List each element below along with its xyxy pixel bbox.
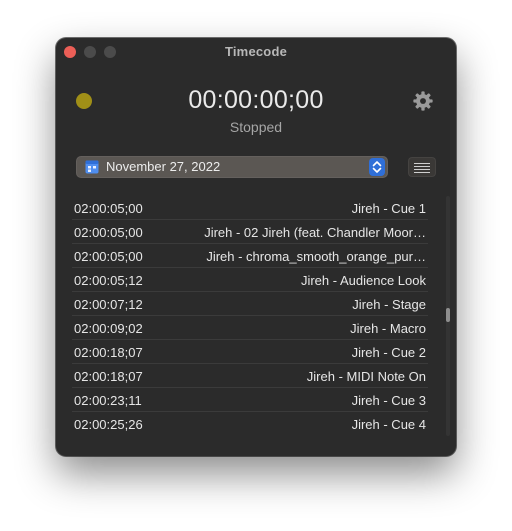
- title-bar[interactable]: Timecode: [56, 38, 456, 66]
- gear-icon[interactable]: [412, 90, 434, 112]
- cue-name: Jireh - Cue 1: [351, 201, 426, 216]
- cue-row[interactable]: 02:00:05;00 Jireh - chroma_smooth_orange…: [72, 244, 428, 268]
- calendar-icon: [85, 160, 99, 174]
- cue-timecode: 02:00:18;07: [74, 369, 143, 384]
- cue-name: Jireh - Macro: [350, 321, 426, 336]
- cue-row[interactable]: 02:00:23;11 Jireh - Cue 3: [72, 388, 428, 412]
- cue-row[interactable]: 02:00:18;07 Jireh - Cue 2: [72, 340, 428, 364]
- cue-name: Jireh - Cue 4: [351, 417, 426, 432]
- cue-timecode: 02:00:25;26: [74, 417, 143, 432]
- cue-timecode: 02:00:05;00: [74, 225, 143, 240]
- cue-row[interactable]: 02:00:18;07 Jireh - MIDI Note On: [72, 364, 428, 388]
- cue-name: Jireh - Stage: [352, 297, 426, 312]
- cue-name: Jireh - MIDI Note On: [306, 369, 426, 384]
- cue-timecode: 02:00:18;07: [74, 345, 143, 360]
- cue-timecode: 02:00:05;12: [74, 273, 143, 288]
- chevron-up-down-icon: [372, 161, 382, 173]
- select-stepper[interactable]: [369, 158, 385, 176]
- cue-name: Jireh - Cue 3: [351, 393, 426, 408]
- selected-date: November 27, 2022: [106, 159, 221, 174]
- cue-name: Jireh - 02 Jireh (feat. Chandler Moor…: [204, 225, 426, 240]
- window-title: Timecode: [224, 44, 288, 59]
- cue-row[interactable]: 02:00:09;02 Jireh - Macro: [72, 316, 428, 340]
- scrollbar[interactable]: [446, 196, 450, 436]
- cue-row[interactable]: 02:00:05;12 Jireh - Audience Look: [72, 268, 428, 292]
- cue-row[interactable]: 02:00:07;12 Jireh - Stage: [72, 292, 428, 316]
- cue-timecode: 02:00:07;12: [74, 297, 143, 312]
- timecode-display: 00:00:00;00: [188, 86, 324, 114]
- cue-name: Jireh - Audience Look: [300, 273, 426, 288]
- status-label: Stopped: [229, 119, 283, 135]
- cue-timecode: 02:00:05;00: [74, 201, 143, 216]
- cue-row[interactable]: 02:00:05;00 Jireh - Cue 1: [72, 196, 428, 220]
- cue-timecode: 02:00:23;11: [74, 393, 142, 408]
- scrollbar-thumb[interactable]: [446, 308, 450, 322]
- cue-timecode: 02:00:05;00: [74, 249, 143, 264]
- cue-name: Jireh - Cue 2: [351, 345, 426, 360]
- cue-row[interactable]: 02:00:05;00 Jireh - 02 Jireh (feat. Chan…: [72, 220, 428, 244]
- cue-name: Jireh - chroma_smooth_orange_pur…: [206, 249, 426, 264]
- cue-list[interactable]: 02:00:05;00 Jireh - Cue 1 02:00:05;00 Ji…: [72, 196, 428, 436]
- list-view-button[interactable]: [408, 157, 436, 177]
- cue-row[interactable]: 02:00:25;26 Jireh - Cue 4: [72, 412, 428, 436]
- cue-timecode: 02:00:09;02: [74, 321, 143, 336]
- timecode-window: Timecode 00:00:00;00 Stopped November 27…: [56, 38, 456, 456]
- date-select[interactable]: November 27, 2022: [76, 156, 388, 178]
